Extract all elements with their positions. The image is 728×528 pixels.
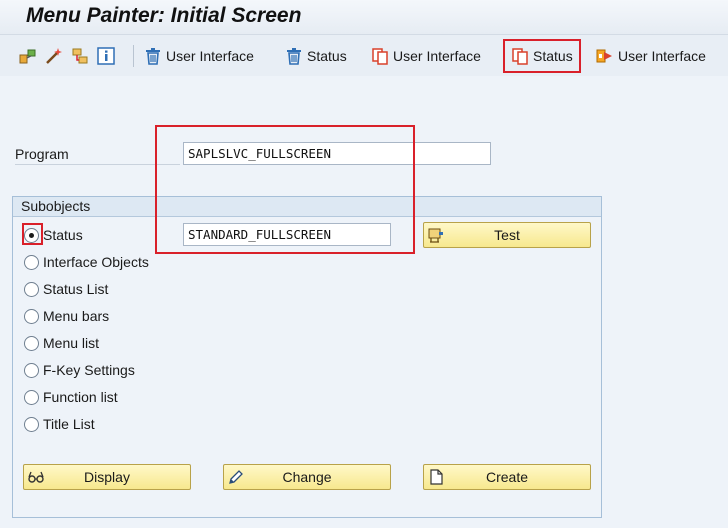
copy-user-interface-label: User Interface [393,48,481,64]
radio-label: Status List [43,281,109,297]
status-input[interactable]: STANDARD_FULLSCREEN [183,223,391,246]
radio-f-key-settings[interactable]: F-Key Settings [24,360,135,380]
window-title: Menu Painter: Initial Screen [26,4,302,27]
rename-user-interface-label: User Interface [618,48,706,64]
radio-title-list[interactable]: Title List [24,414,95,434]
copy-status-label: Status [533,48,573,64]
application-toolbar: User Interface Status User Interface Sta… [0,34,728,76]
radio-menu-bars[interactable]: Menu bars [24,306,109,326]
create-button[interactable]: Create [423,464,591,490]
radio-status-list[interactable]: Status List [24,279,108,299]
program-label: Program [15,146,69,162]
display-button-label: Display [84,469,130,485]
radio-button[interactable] [24,281,39,297]
radio-button[interactable] [24,389,39,405]
rename-user-interface-button[interactable]: User Interface [595,42,706,70]
radio-function-list[interactable]: Function list [24,387,118,407]
radio-label: Function list [43,389,118,405]
radio-label: Menu list [43,335,100,351]
radio-button[interactable] [24,362,39,378]
subobjects-header: Subobjects [13,197,601,217]
radio-label: Title List [43,416,95,432]
copy-icon [512,48,528,65]
radio-button[interactable] [24,308,39,324]
radio-button[interactable] [24,227,39,243]
radio-interface-objects[interactable]: Interface Objects [24,252,149,272]
other-object-icon[interactable] [18,42,38,70]
test-button[interactable]: Test [423,222,591,248]
delete-user-interface-label: User Interface [166,48,254,64]
title-bar: Menu Painter: Initial Screen [0,0,728,34]
delete-user-interface-button[interactable]: User Interface [143,42,254,70]
radio-button[interactable] [24,335,39,351]
label-underline [15,164,180,165]
trash-icon [146,48,160,65]
create-button-label: Create [485,469,529,485]
radio-button[interactable] [24,254,39,270]
radio-label: Menu bars [43,308,110,324]
radio-label: Interface Objects [43,254,149,270]
copy-status-button[interactable]: Status [510,42,573,70]
where-used-icon[interactable] [70,42,90,70]
rename-icon [596,49,612,63]
radio-menu-list[interactable]: Menu list [24,333,99,353]
magic-wand-icon[interactable] [44,42,64,70]
info-icon[interactable] [96,42,116,70]
delete-status-button[interactable]: Status [284,42,347,70]
copy-user-interface-button[interactable]: User Interface [370,42,481,70]
radio-label: Status [43,227,83,243]
radio-label: F-Key Settings [43,362,135,378]
change-button[interactable]: Change [223,464,391,490]
test-button-label: Test [494,227,520,243]
radio-button[interactable] [24,416,39,432]
toolbar-separator [133,45,134,67]
copy-icon [372,48,388,65]
trash-icon [287,48,301,65]
delete-status-label: Status [307,48,347,64]
radio-status[interactable]: Status [24,225,83,245]
program-input[interactable]: SAPLSLVC_FULLSCREEN [183,142,491,165]
display-button[interactable]: Display [23,464,191,490]
change-button-label: Change [282,469,332,485]
